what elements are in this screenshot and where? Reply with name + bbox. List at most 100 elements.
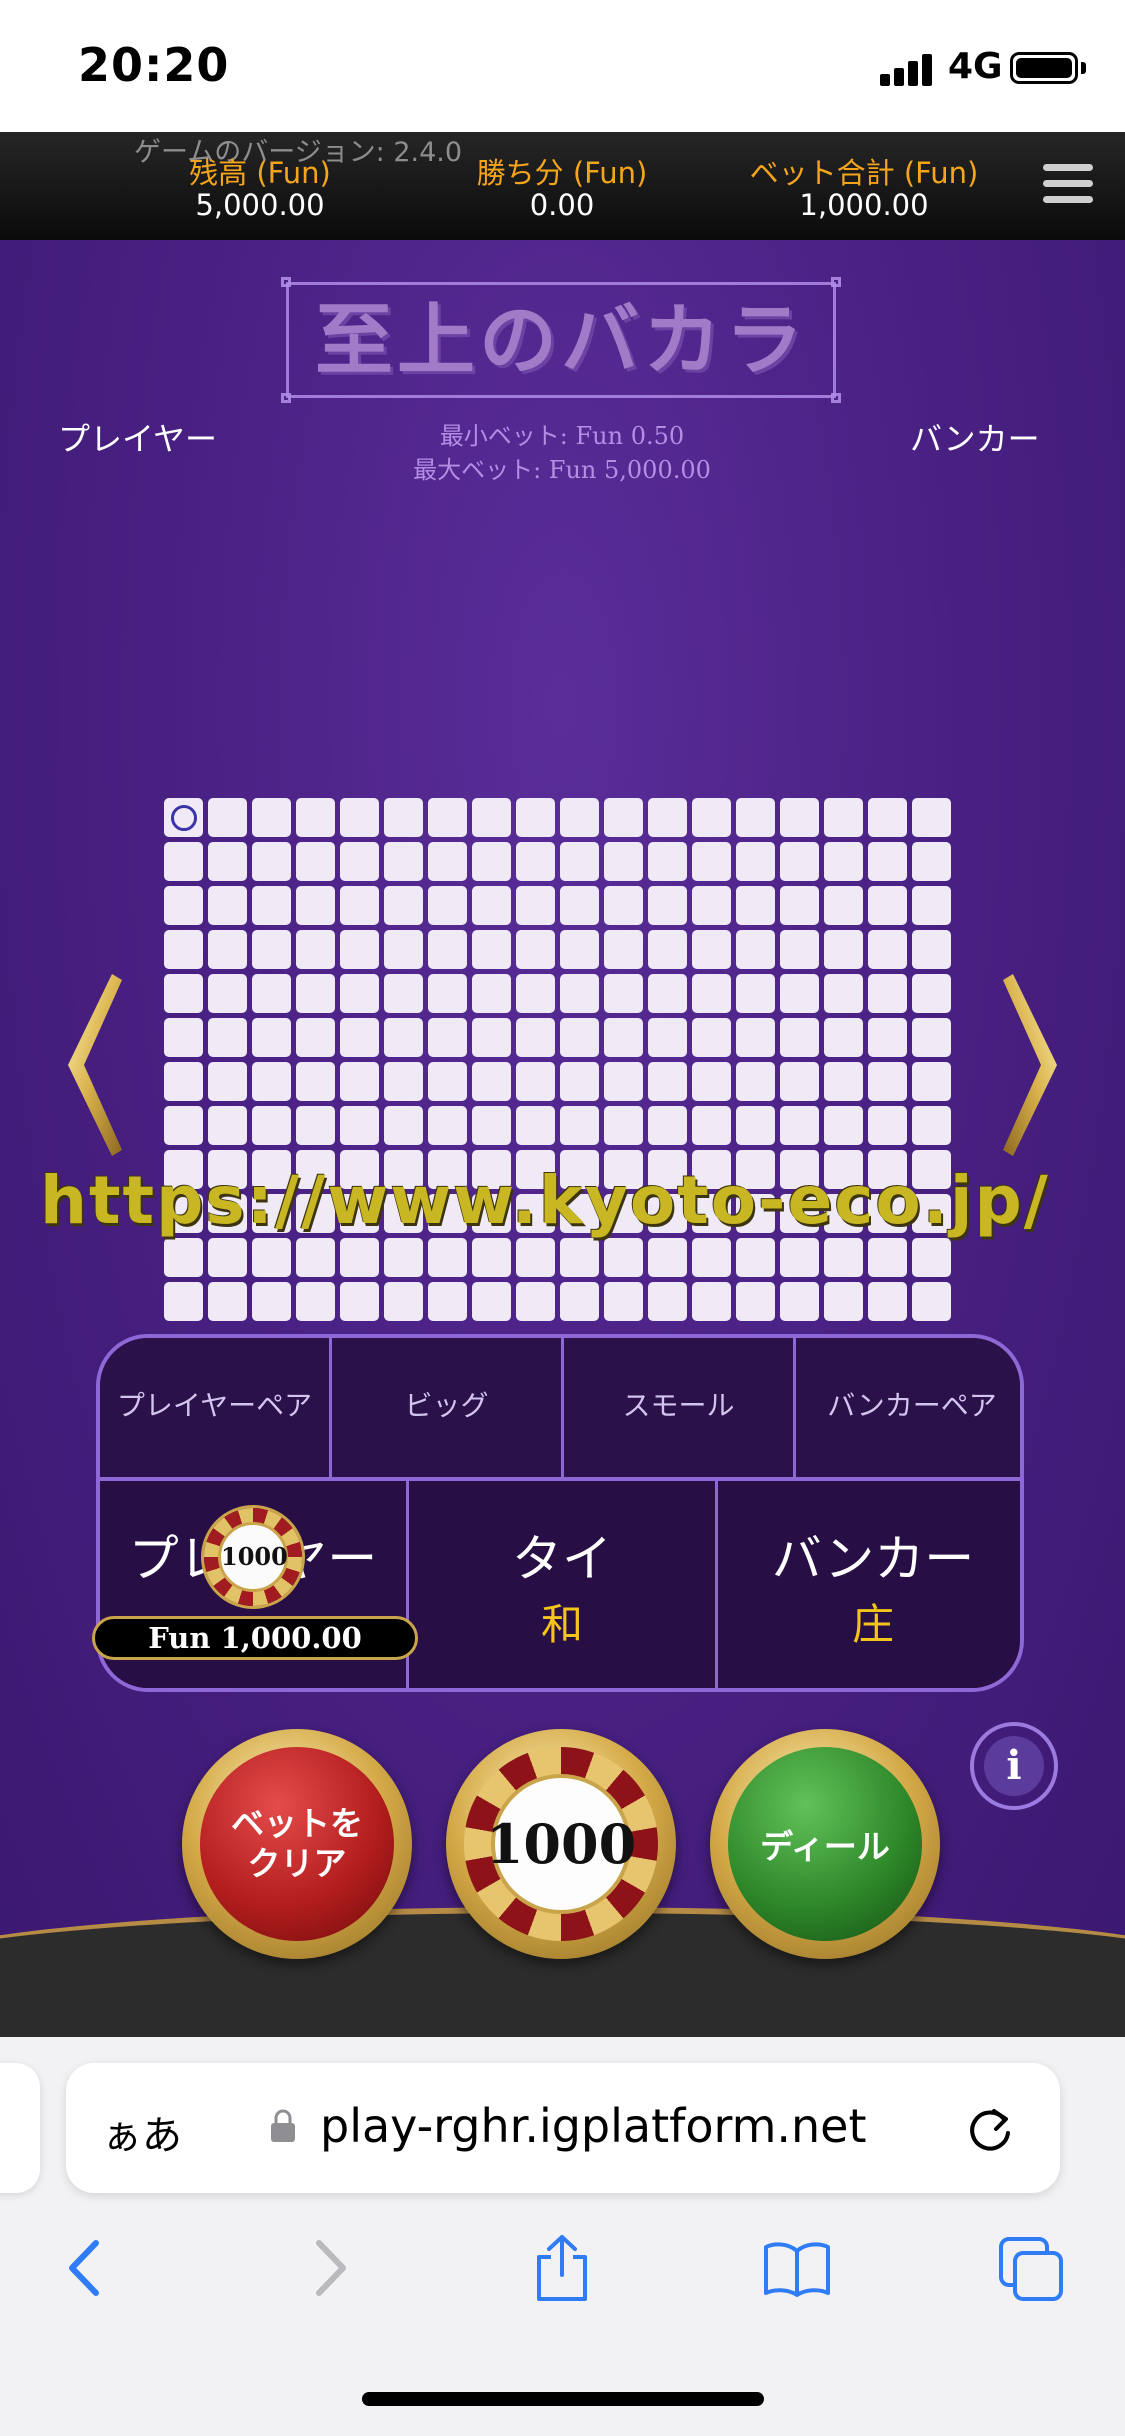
road-cell xyxy=(824,1062,863,1101)
road-cell xyxy=(648,798,687,837)
road-cell xyxy=(516,1018,555,1057)
road-cell xyxy=(648,974,687,1013)
road-cell xyxy=(340,1062,379,1101)
road-cell xyxy=(736,1106,775,1145)
game-top-bar: ゲームのバージョン: 2.4.0 残高 (Fun) 5,000.00 勝ち分 (… xyxy=(0,132,1125,240)
bookmarks-icon[interactable] xyxy=(762,2233,832,2303)
clear-bets-button[interactable]: ベットを クリア xyxy=(182,1729,412,1959)
road-cell xyxy=(560,974,599,1013)
player-bet-amount: Fun 1,000.00 xyxy=(92,1616,418,1660)
road-cell xyxy=(164,974,203,1013)
road-cell xyxy=(736,1018,775,1057)
chip-selector-face: 1000 xyxy=(464,1747,658,1941)
road-cell xyxy=(164,886,203,925)
road-cell xyxy=(296,798,335,837)
road-cell xyxy=(604,1282,643,1321)
road-cell xyxy=(428,930,467,969)
watermark-url: https://www.kyoto-eco.jp/ xyxy=(40,1162,1050,1239)
road-cell xyxy=(164,1282,203,1321)
road-cell xyxy=(868,1018,907,1057)
road-cell xyxy=(252,1282,291,1321)
reload-icon[interactable] xyxy=(964,2103,1016,2155)
road-cell xyxy=(296,1238,335,1277)
road-cell xyxy=(692,1062,731,1101)
chevron-right-icon[interactable] xyxy=(995,970,1065,1160)
road-cell xyxy=(472,1238,511,1277)
bet-tie[interactable]: タイ 和 xyxy=(409,1481,718,1688)
player-hand-label: プレイヤー xyxy=(58,420,218,458)
road-cell xyxy=(164,1062,203,1101)
road-cell xyxy=(560,1238,599,1277)
deal-button[interactable]: ディール xyxy=(710,1729,940,1959)
road-cell xyxy=(824,1282,863,1321)
bet-banker[interactable]: バンカー 庄 xyxy=(718,1481,1020,1688)
road-cell xyxy=(208,886,247,925)
road-cell xyxy=(780,1062,819,1101)
road-cell xyxy=(560,1106,599,1145)
game-title: 至上のバカラ xyxy=(314,296,807,386)
bet-player-pair[interactable]: プレイヤーペア xyxy=(100,1338,332,1481)
road-cell xyxy=(692,974,731,1013)
road-cell xyxy=(252,798,291,837)
address-bar[interactable]: ぁあ play-rghr.igplatform.net xyxy=(66,2063,1060,2193)
road-cell xyxy=(736,1062,775,1101)
tabs-icon[interactable] xyxy=(997,2233,1067,2303)
road-cell xyxy=(428,1018,467,1057)
road-cell xyxy=(692,842,731,881)
road-cell xyxy=(252,930,291,969)
bet-big[interactable]: ビッグ xyxy=(332,1338,564,1481)
road-cell xyxy=(516,842,555,881)
lock-icon xyxy=(271,2109,295,2142)
road-cell xyxy=(648,1282,687,1321)
bet-small[interactable]: スモール xyxy=(564,1338,796,1481)
road-cell xyxy=(428,886,467,925)
previous-tab-preview[interactable] xyxy=(0,2063,40,2193)
road-cell xyxy=(516,974,555,1013)
road-cell xyxy=(340,1106,379,1145)
road-cell xyxy=(340,974,379,1013)
bet-banker-sub: 庄 xyxy=(851,1600,894,1649)
road-cell xyxy=(340,1238,379,1277)
road-cell xyxy=(428,798,467,837)
road-cell xyxy=(912,1282,951,1321)
road-cell xyxy=(428,1062,467,1101)
placed-chip-value: 1000 xyxy=(218,1522,288,1592)
road-cell xyxy=(868,1238,907,1277)
road-cell xyxy=(780,1282,819,1321)
battery-icon xyxy=(1010,52,1078,84)
road-cell xyxy=(912,886,951,925)
battery-tip xyxy=(1081,62,1086,74)
road-cell xyxy=(208,1018,247,1057)
road-cell xyxy=(692,1018,731,1057)
road-cell xyxy=(472,930,511,969)
road-cell xyxy=(604,1106,643,1145)
reader-options-button[interactable]: ぁあ xyxy=(102,2103,182,2161)
info-icon: i xyxy=(984,1736,1044,1796)
hamburger-menu-icon[interactable] xyxy=(1043,164,1093,204)
status-bar: 20:20 4G xyxy=(0,0,1125,132)
road-cell xyxy=(340,1282,379,1321)
road-cell xyxy=(780,1238,819,1277)
road-cell xyxy=(164,930,203,969)
road-cell xyxy=(780,886,819,925)
road-cell xyxy=(648,1062,687,1101)
chevron-left-icon[interactable] xyxy=(60,970,130,1160)
chip-selector-button[interactable]: 1000 xyxy=(446,1729,676,1959)
road-cell xyxy=(912,842,951,881)
road-cell xyxy=(472,1062,511,1101)
road-cell xyxy=(252,1062,291,1101)
road-cell xyxy=(296,974,335,1013)
road-cell xyxy=(780,1106,819,1145)
forward-icon[interactable] xyxy=(293,2233,363,2303)
road-cell xyxy=(648,842,687,881)
road-cell xyxy=(604,1062,643,1101)
share-icon[interactable] xyxy=(527,2233,597,2303)
url-text: play-rghr.igplatform.net xyxy=(320,2099,867,2153)
road-cell xyxy=(692,798,731,837)
road-cell xyxy=(252,842,291,881)
info-button[interactable]: i xyxy=(970,1722,1058,1810)
road-cell xyxy=(912,798,951,837)
back-icon[interactable] xyxy=(52,2233,122,2303)
bet-banker-pair[interactable]: バンカーペア xyxy=(796,1338,1020,1481)
road-cell xyxy=(384,930,423,969)
